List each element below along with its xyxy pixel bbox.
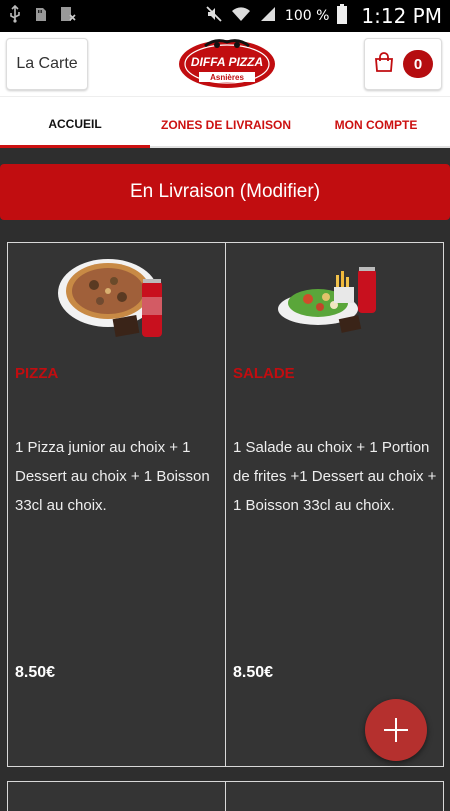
- status-bar: 100 % 1:12 PM: [0, 0, 450, 32]
- product-card-salade[interactable]: SALADE 1 Salade au choix + 1 Portion de …: [225, 242, 444, 767]
- cart-button[interactable]: 0: [364, 38, 442, 90]
- logo[interactable]: DIFFA PIZZA Asnières: [175, 36, 279, 90]
- product-card[interactable]: [7, 781, 226, 811]
- usb-icon: [8, 4, 22, 27]
- product-title: PIZZA: [15, 365, 59, 382]
- tab-zones-de-livraison[interactable]: ZONES DE LIVRAISON: [150, 97, 302, 148]
- product-title: SALADE: [233, 365, 295, 382]
- product-price: 8.50€: [15, 664, 56, 681]
- wifi-icon: [231, 5, 251, 27]
- app-header: La Carte DIFFA PIZZA Asnières 0: [0, 32, 450, 96]
- nav-tabs: ACCUEIL ZONES DE LIVRAISON MON COMPTE: [0, 96, 450, 148]
- pizza-menu-image: [8, 253, 225, 345]
- add-fab-button[interactable]: [365, 699, 427, 761]
- plus-icon: [382, 716, 410, 744]
- shopping-bag-icon: [373, 51, 395, 78]
- sd-card-icon: [34, 5, 48, 27]
- menu-button[interactable]: La Carte: [6, 38, 88, 90]
- product-description: 1 Salade au choix + 1 Portion de frites …: [233, 439, 437, 514]
- logo-subtext: Asnières: [210, 73, 244, 82]
- tab-accueil[interactable]: ACCUEIL: [0, 97, 150, 148]
- logo-text: DIFFA PIZZA: [191, 55, 263, 69]
- salad-menu-image: [226, 253, 443, 345]
- mute-icon: [205, 5, 223, 27]
- battery-icon: [337, 4, 348, 28]
- tab-mon-compte[interactable]: MON COMPTE: [302, 97, 450, 148]
- product-card[interactable]: [225, 781, 444, 811]
- cart-count-badge: 0: [403, 50, 433, 78]
- product-card-pizza[interactable]: PIZZA 1 Pizza junior au choix + 1 Desser…: [7, 242, 226, 767]
- product-description: 1 Pizza junior au choix + 1 Dessert au c…: [15, 439, 210, 514]
- battery-percent: 100 %: [284, 8, 330, 24]
- clock: 1:12 PM: [361, 4, 442, 28]
- storage-icon: [60, 5, 76, 27]
- product-price: 8.50€: [233, 664, 274, 681]
- delivery-mode-button[interactable]: En Livraison (Modifier): [0, 164, 450, 220]
- signal-icon: [259, 5, 277, 27]
